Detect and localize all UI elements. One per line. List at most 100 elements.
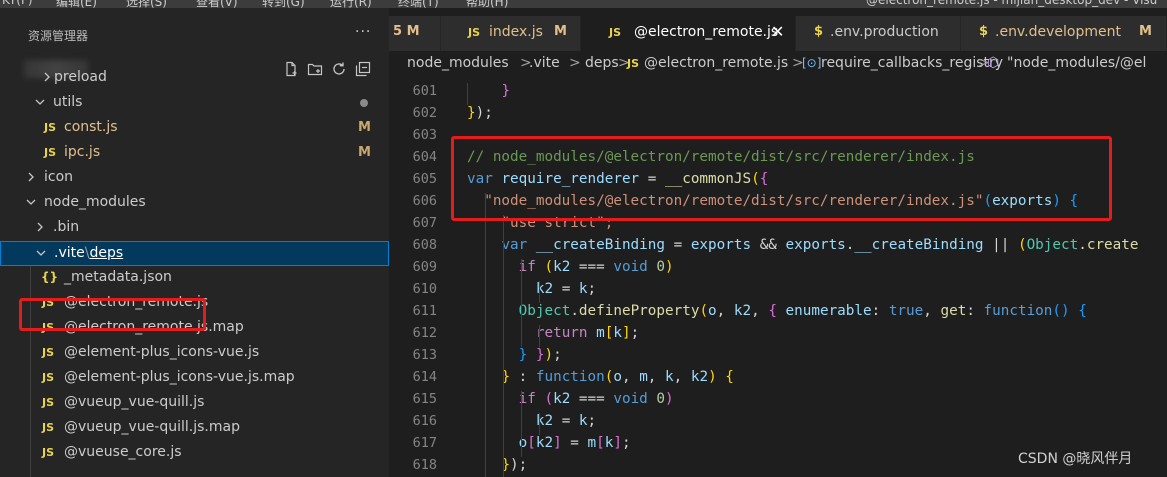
code-token: ] — [553, 435, 562, 451]
indent-guide — [467, 83, 468, 105]
chevron-right-icon — [24, 170, 38, 184]
code-token: ); — [475, 105, 493, 121]
code-token: } — [501, 83, 511, 99]
tree-item-label: preload — [54, 69, 107, 85]
code-token: exports — [785, 237, 846, 253]
menu-item[interactable]: 查看(V) — [196, 0, 238, 8]
indent-guide — [539, 325, 540, 347]
folder-row[interactable]: .vite\deps — [0, 241, 389, 266]
breadcrumb-item[interactable]: .vite — [529, 55, 560, 71]
file-row[interactable]: JS @vueuse_core.js — [0, 441, 389, 466]
explorer-header: 资源管理器 ··· — [0, 24, 389, 48]
code-token: o — [613, 369, 622, 385]
code-line: o[k2] = m[k]; — [467, 435, 631, 451]
breadcrumb-item[interactable]: "node_modules/@el — [1007, 55, 1146, 71]
folder-row[interactable]: utils — [0, 91, 389, 116]
file-row[interactable]: JS const.js M — [0, 116, 389, 141]
more-actions-button[interactable]: ··· — [355, 24, 371, 40]
code-token: ( — [1017, 237, 1027, 253]
tab--env-development[interactable]: $ .env.development M — [961, 16, 1167, 51]
code-token: exports — [690, 237, 752, 253]
code-token: function — [535, 369, 605, 385]
breadcrumb-item[interactable]: require_callbacks_registry — [821, 55, 1003, 71]
code-token: m — [596, 325, 605, 341]
code-token: ( — [544, 259, 554, 275]
javascript-file-icon: JS — [42, 371, 55, 384]
indent-guide — [539, 281, 540, 303]
code-token: && — [751, 237, 786, 253]
code-token: ( — [699, 303, 709, 319]
code-token: function — [983, 303, 1053, 319]
breadcrumb-item[interactable]: @electron_remote.js — [644, 55, 788, 71]
line-number: 615 — [412, 391, 437, 407]
menu-item[interactable]: 编辑(E) — [56, 0, 97, 8]
folder-row[interactable]: node_modules — [0, 191, 389, 216]
code-token: ) — [665, 391, 674, 407]
modified-dot-icon — [360, 99, 368, 107]
line-number: 606 — [412, 193, 437, 209]
file-row[interactable]: JS ipc.js M — [0, 141, 389, 166]
tree-item-label: const.js — [64, 119, 118, 135]
tree-item-label: node_modules — [44, 194, 146, 210]
json-file-icon: {} — [41, 270, 59, 284]
code-token: ; — [587, 413, 597, 429]
code-token: void — [613, 259, 648, 275]
code-token: ; — [630, 325, 640, 341]
file-row[interactable]: JS @vueup_vue-quill.js.map — [0, 416, 389, 441]
javascript-file-icon: JS — [468, 26, 481, 39]
breadcrumb: node_modules > .vite > deps > JS @electron_remo… — [389, 51, 1167, 77]
menu-item[interactable]: 运行(R) — [330, 0, 372, 8]
tab--env-production[interactable]: $ .env.production — [796, 16, 961, 51]
line-number: 611 — [412, 303, 437, 319]
breadcrumb-item[interactable]: node_modules — [407, 55, 509, 71]
tab-5-m[interactable]: 5 M — [389, 16, 441, 51]
code-token: : — [966, 303, 984, 319]
javascript-file-icon: JS — [609, 26, 622, 39]
code-token: } — [467, 105, 476, 121]
folder-row[interactable]: .bin — [0, 216, 389, 241]
code-token: . — [570, 303, 579, 319]
menu-item[interactable]: 帮助(H) — [466, 0, 508, 8]
chevron-right-icon — [33, 220, 47, 234]
tab--electron-remote-js[interactable]: JS @electron_remote.js ✕ — [581, 16, 796, 51]
code-token: m — [587, 435, 597, 451]
folder-row[interactable]: preload — [0, 66, 389, 91]
file-row[interactable]: {} _metadata.json — [0, 266, 389, 291]
file-row[interactable]: JS @element-plus_icons-vue.js.map — [0, 366, 389, 391]
menu-item[interactable]: 选择(S) — [126, 0, 167, 8]
menu-item[interactable]: KT(F) — [2, 0, 33, 7]
menu-item[interactable]: 转到(G) — [262, 0, 305, 8]
menu-item[interactable]: 终端(T) — [398, 0, 439, 8]
close-icon[interactable]: ✕ — [771, 22, 784, 41]
file-row[interactable]: JS @vueup_vue-quill.js — [0, 391, 389, 416]
code-token: [ — [596, 435, 605, 451]
tab-index-js[interactable]: JS index.js M — [441, 16, 581, 51]
line-number: 603 — [412, 127, 437, 143]
annotation-box-code — [451, 136, 1112, 221]
code-line: if (k2 === void 0) — [467, 391, 674, 407]
code-token: var — [501, 237, 536, 253]
folder-row[interactable]: icon — [0, 166, 389, 191]
code-line: k2 = k; — [467, 413, 596, 429]
javascript-file-icon: JS — [42, 396, 55, 409]
code-token: = — [553, 413, 579, 429]
code-token: , — [647, 369, 666, 385]
symbol-variable-icon: [⊙] — [802, 56, 822, 70]
tab-modified-badge: M — [1139, 24, 1152, 39]
code-token: k2 — [690, 369, 709, 385]
file-row[interactable]: JS @element-plus_icons-vue.js — [0, 341, 389, 366]
breadcrumb-item[interactable]: deps — [585, 55, 619, 71]
code-token: k2 — [553, 259, 571, 275]
indent-guide — [539, 413, 540, 435]
code-token: || — [983, 237, 1018, 253]
code-token: 0 — [656, 391, 666, 407]
tree-item-label: .bin — [53, 219, 80, 235]
code-line: if (k2 === void 0) — [467, 259, 674, 275]
tab-label: .env.production — [830, 24, 939, 40]
code-token: === — [570, 259, 614, 275]
